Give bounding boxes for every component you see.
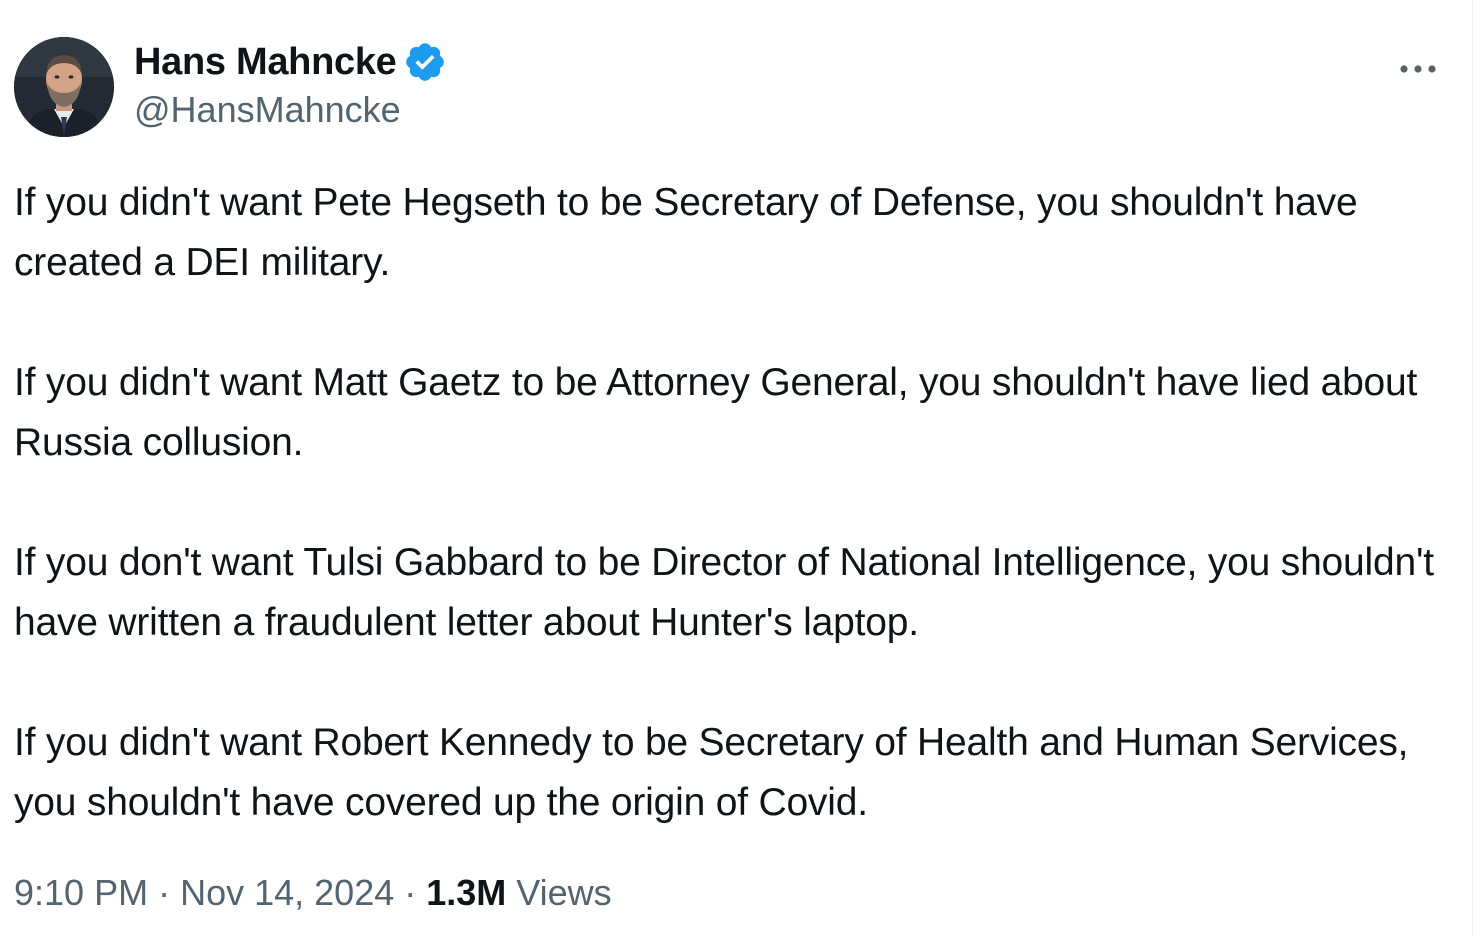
verified-badge-icon[interactable] xyxy=(403,40,447,84)
author-display-name[interactable]: Hans Mahncke xyxy=(134,41,397,84)
tweet-time[interactable]: 9:10 PM xyxy=(14,872,148,913)
author-handle[interactable]: @HansMahncke xyxy=(134,89,447,131)
tweet-paragraph: If you don't want Tulsi Gabbard to be Di… xyxy=(14,541,1445,644)
tweet-paragraph: If you didn't want Pete Hegseth to be Se… xyxy=(14,181,1369,284)
views-count[interactable]: 1.3M xyxy=(426,872,506,913)
tweet-header: Hans Mahncke @HansMahncke xyxy=(14,37,1444,137)
tweet-paragraph: If you didn't want Matt Gaetz to be Atto… xyxy=(14,361,1428,464)
tweet-text: If you didn't want Pete Hegseth to be Se… xyxy=(14,173,1454,833)
meta-separator: · xyxy=(148,872,181,913)
avatar[interactable] xyxy=(14,37,114,137)
tweet-date[interactable]: Nov 14, 2024 xyxy=(180,872,394,913)
tweet-paragraph: If you didn't want Robert Kennedy to be … xyxy=(14,721,1419,824)
author-info: Hans Mahncke @HansMahncke xyxy=(134,39,447,131)
meta-separator: · xyxy=(394,872,427,913)
avatar-image xyxy=(14,37,114,137)
author-name-row: Hans Mahncke xyxy=(134,39,447,85)
tweet-meta: 9:10 PM · Nov 14, 2024 · 1.3M Views xyxy=(14,872,612,914)
views-label: Views xyxy=(516,872,612,913)
more-options-icon[interactable] xyxy=(1394,45,1442,93)
column-divider xyxy=(1472,0,1473,935)
